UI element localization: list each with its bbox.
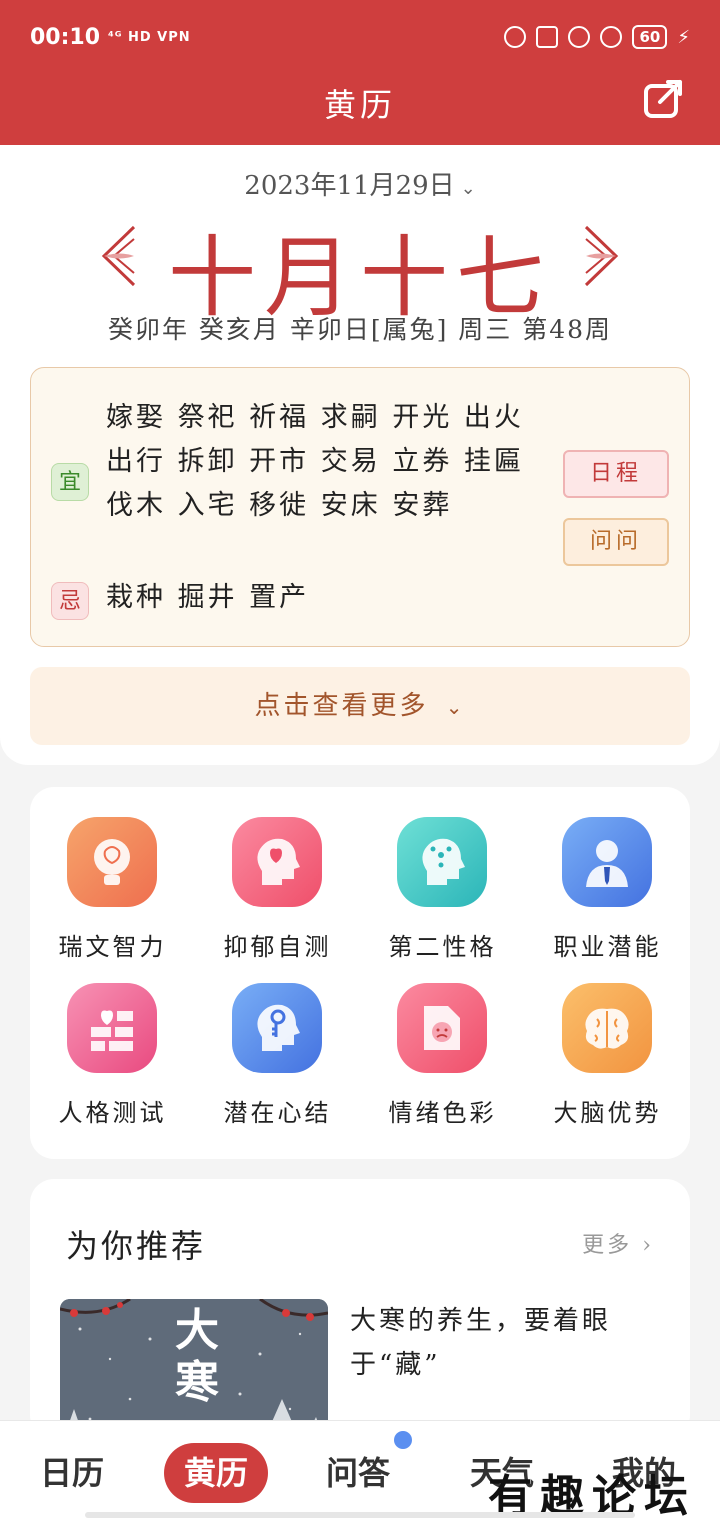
recommend-more-label: 更多 [582, 1233, 633, 1258]
top-bar: 00:10 ⁴ᴳ HD VPN 60 ⚡ 黄历 [0, 0, 720, 145]
ask-button[interactable]: 问问 [563, 518, 669, 566]
tab-qa[interactable]: 问答 [326, 1443, 390, 1503]
tool-personality-test[interactable]: 人格测试 [30, 953, 195, 1127]
chevron-down-icon: ⌄ [445, 695, 466, 719]
businessman-icon [562, 817, 652, 907]
tool-second-personality[interactable]: 第二性格 [360, 787, 525, 961]
recommend-more-link[interactable]: 更多 › [582, 1227, 654, 1259]
article-thumbnail[interactable]: 大寒 [60, 1299, 328, 1439]
notification-dot [394, 1431, 412, 1449]
tool-iq-test[interactable]: 瑞文智力 [30, 787, 195, 961]
yi-badge: 宜 [51, 463, 89, 501]
sad-document-icon [397, 983, 487, 1073]
schedule-button[interactable]: 日程 [563, 450, 669, 498]
ji-badge: 忌 [51, 582, 89, 620]
share-icon[interactable] [642, 78, 684, 120]
status-time: 00:10 [30, 24, 101, 50]
tools-grid: 瑞文智力 抑郁自测 第二性格 职业潜能 人格测试 潜在心结 情绪色彩 大脑优势 [30, 787, 690, 1159]
signal-indicator: ⁴ᴳ HD VPN [108, 29, 191, 45]
tab-calendar[interactable]: 日历 [40, 1443, 104, 1503]
tool-label: 潜在心结 [223, 1099, 332, 1127]
home-indicator [85, 1512, 635, 1518]
almanac-card: 2023年11月29日 ⌄ 十月十七 癸卯年 癸亥月 辛卯日[属兔] 周三 第48… [0, 145, 720, 765]
tool-label: 情绪色彩 [388, 1099, 497, 1127]
chevron-right-icon: › [642, 1233, 654, 1258]
tab-almanac[interactable]: 黄历 [164, 1443, 269, 1503]
next-day-arrow-icon[interactable] [584, 225, 620, 287]
tool-depression-test[interactable]: 抑郁自测 [195, 787, 360, 961]
card-icon [536, 26, 559, 48]
brain-bulb-icon [67, 817, 157, 907]
tool-emotion-color[interactable]: 情绪色彩 [360, 953, 525, 1127]
view-more-button[interactable]: 点击查看更多 ⌄ [30, 667, 690, 745]
watermark: 有趣论坛 [488, 1471, 696, 1520]
broken-heart-head-icon [232, 817, 322, 907]
article-title[interactable]: 大寒的养生，要着眼于“藏” [350, 1299, 650, 1387]
status-bar: 00:10 ⁴ᴳ HD VPN 60 ⚡ [30, 20, 690, 54]
alarm-icon [600, 26, 623, 48]
thumbnail-caption: 大寒 [175, 1305, 219, 1408]
tool-label: 大脑优势 [553, 1099, 662, 1127]
date-selector[interactable]: 2023年11月29日 ⌄ [0, 165, 720, 202]
yi-activities: 嫁娶 祭祀 祈福 求嗣 开光 出火 出行 拆卸 开市 交易 立券 挂匾 伐木 入… [106, 402, 524, 521]
ji-activities: 栽种 掘井 置产 [106, 582, 310, 613]
brain-icon [562, 983, 652, 1073]
battery-icon: 60 [632, 25, 668, 49]
key-head-icon [232, 983, 322, 1073]
date-text: 2023年11月29日 [244, 171, 455, 201]
molecule-head-icon [397, 817, 487, 907]
tool-hidden-knot[interactable]: 潜在心结 [195, 953, 360, 1127]
lock-icon [568, 26, 591, 48]
charging-icon: ⚡ [677, 26, 690, 48]
page-title: 黄历 [323, 86, 396, 124]
tool-label: 人格测试 [58, 1099, 167, 1127]
view-more-label: 点击查看更多 [254, 691, 429, 721]
heart-bricks-icon [67, 983, 157, 1073]
yi-ji-panel: 宜 嫁娶 祭祀 祈福 求嗣 开光 出火 出行 拆卸 开市 交易 立券 挂匾 伐木… [30, 367, 690, 647]
chevron-down-icon: ⌄ [460, 178, 476, 199]
recommend-title: 为你推荐 [66, 1227, 207, 1265]
tool-career-potential[interactable]: 职业潜能 [525, 787, 690, 961]
tool-brain-advantage[interactable]: 大脑优势 [525, 953, 690, 1127]
ganzhi-info: 癸卯年 癸亥月 辛卯日[属兔] 周三 第48周 [107, 315, 613, 344]
mute-icon [504, 26, 527, 48]
recommend-card: 为你推荐 更多 › 大寒 大寒的养生，要着眼于“藏” [30, 1179, 690, 1439]
